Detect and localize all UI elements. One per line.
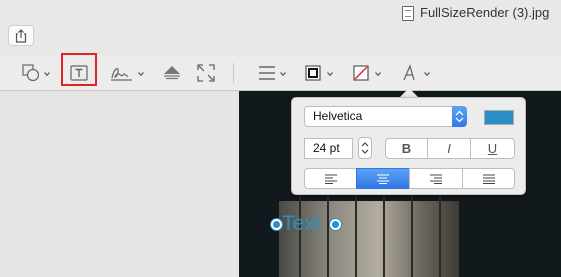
popover-arrow (400, 88, 418, 97)
text-style-tool[interactable] (400, 60, 434, 86)
chevron-down-icon (424, 72, 430, 76)
photo-blind-slat (355, 186, 357, 277)
toolbar-divider (233, 63, 234, 83)
line-style-icon (259, 66, 275, 80)
signature-icon (111, 68, 132, 81)
underline-button[interactable]: U (470, 138, 515, 159)
chevron-down-icon (375, 72, 381, 76)
align-left-button[interactable] (304, 168, 357, 189)
sign-tool[interactable] (110, 60, 148, 86)
chevron-down-icon (280, 72, 286, 76)
font-family-select[interactable]: Helvetica (304, 106, 467, 127)
text-box-right-handle[interactable] (330, 219, 341, 230)
resize-icon (197, 64, 215, 82)
font-size-stepper[interactable] (358, 137, 372, 159)
share-button[interactable] (8, 25, 34, 46)
align-right-icon (430, 174, 442, 184)
fill-color-tool[interactable] (352, 60, 386, 86)
shape-style-tool[interactable] (256, 60, 290, 86)
title-bar: FullSizeRender (3).jpg (0, 0, 561, 56)
photo-blind-slat (411, 186, 413, 277)
align-justify-button[interactable] (462, 168, 515, 189)
align-justify-icon (482, 174, 495, 184)
text-tool-selection-highlight (61, 53, 97, 86)
text-color-swatch[interactable] (484, 110, 514, 125)
window-title: FullSizeRender (3).jpg (420, 5, 550, 20)
shapes-tool[interactable] (20, 60, 54, 86)
align-left-icon (324, 174, 337, 184)
stepper-arrows-icon (361, 142, 369, 154)
border-color-icon (305, 65, 321, 81)
chevron-down-icon (44, 72, 50, 76)
border-color-tool[interactable] (304, 60, 338, 86)
photo-blind-slat (439, 186, 441, 277)
share-icon (15, 29, 27, 43)
text-style-icon (403, 64, 415, 81)
chevron-down-icon (327, 72, 333, 76)
bold-button[interactable]: B (385, 138, 428, 159)
chevron-down-icon (138, 72, 144, 76)
adjust-color-icon (164, 66, 180, 80)
text-box-left-handle[interactable] (271, 219, 282, 230)
adjust-color-tool[interactable] (162, 60, 184, 86)
font-select-arrows[interactable] (452, 106, 467, 127)
align-right-button[interactable] (409, 168, 463, 189)
shapes-icon (22, 64, 40, 82)
align-center-icon (377, 174, 389, 184)
fill-color-icon (353, 65, 369, 81)
italic-button[interactable]: I (427, 138, 471, 159)
text-annotation[interactable]: Text (282, 212, 321, 236)
document-icon (402, 6, 414, 21)
photo-blind-slat (383, 186, 385, 277)
adjust-size-tool[interactable] (197, 60, 219, 86)
font-size-field[interactable]: 24 pt (304, 138, 353, 159)
align-center-button[interactable] (356, 168, 410, 189)
select-arrows-icon (455, 110, 464, 123)
